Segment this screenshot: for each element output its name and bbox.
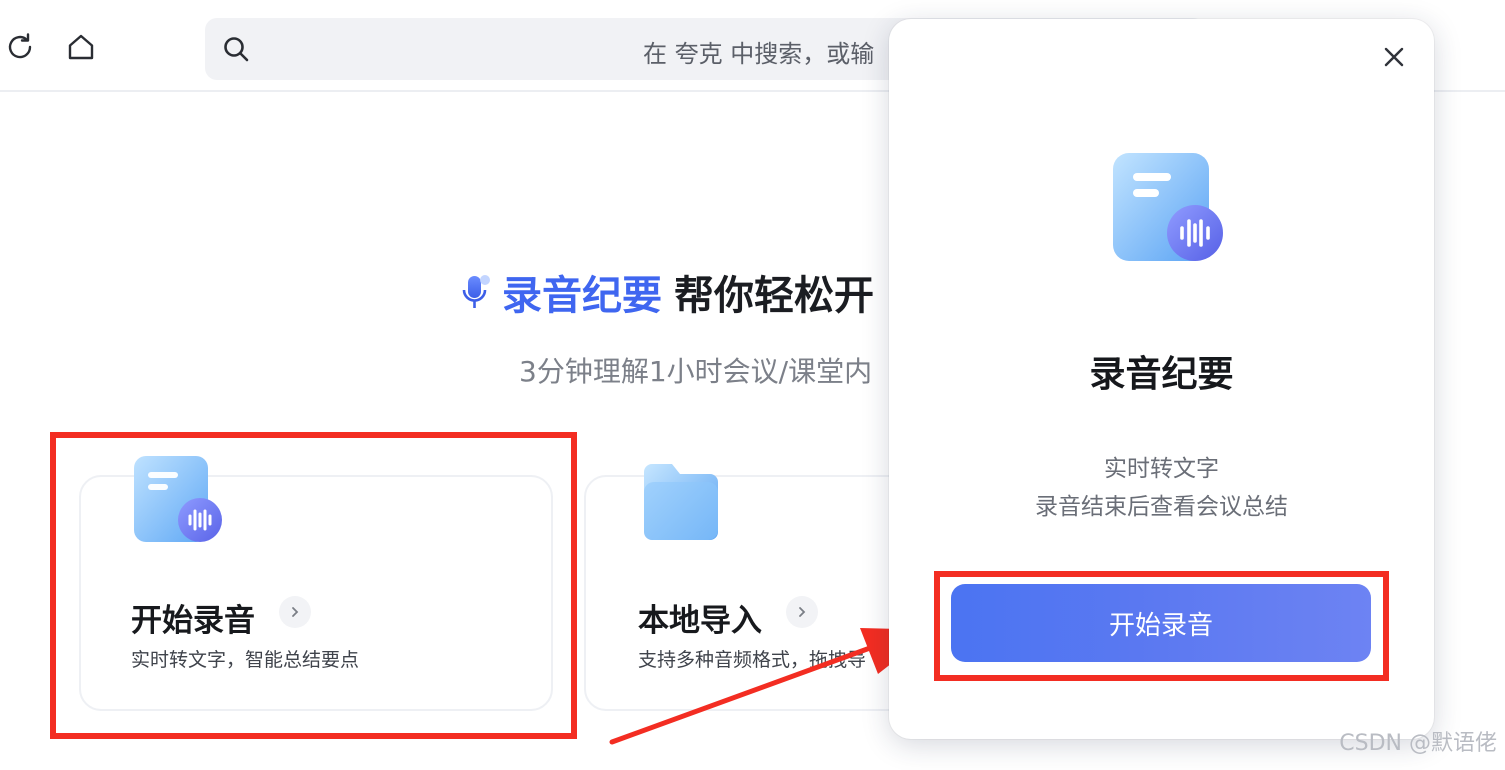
watermark: CSDN @默语佬	[1339, 731, 1497, 756]
dialog-title: 录音纪要	[1089, 354, 1234, 395]
close-icon[interactable]	[1380, 43, 1408, 71]
dialog-description-line-2: 录音结束后查看会议总结	[1035, 494, 1288, 520]
dialog-description-line-1: 实时转文字	[1104, 456, 1219, 482]
highlight-box-button	[934, 571, 1389, 681]
screenshot-stage: 在 夸克 中搜索，或输 录音纪要 帮你轻松开 3分钟理解1小时会议/课堂内 开始…	[0, 0, 1505, 770]
recording-document-icon	[1113, 153, 1223, 261]
